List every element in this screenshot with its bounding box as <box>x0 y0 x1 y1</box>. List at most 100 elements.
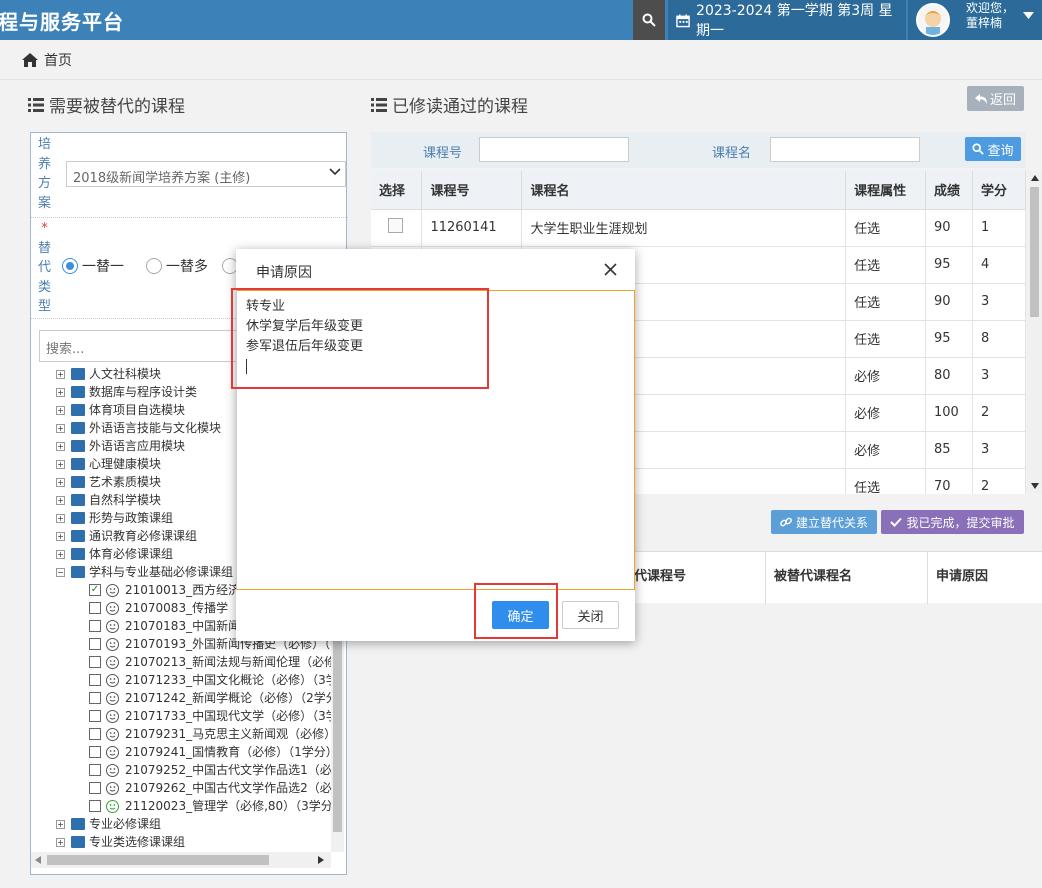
tree-node-label: 21071242_新闻学概论（必修）（2学分） <box>125 691 331 705</box>
book-icon <box>71 530 85 542</box>
checkbox[interactable] <box>89 656 101 668</box>
book-icon <box>71 548 85 560</box>
course-name-input[interactable] <box>770 137 920 162</box>
close-button[interactable]: 关闭 <box>562 601 619 629</box>
tree-leaf-course[interactable]: 21071233_中国文化概论（必修）（3学分） <box>56 671 331 689</box>
table-cell: 任选 <box>845 320 927 358</box>
col-course-no[interactable]: 课程号 <box>421 171 523 210</box>
radio-one-to-one[interactable] <box>62 258 78 274</box>
plan-select[interactable]: 2018级新闻学培养方案 (主修) <box>66 161 346 187</box>
tree-leaf-course[interactable]: 21071242_新闻学概论（必修）（2学分） <box>56 689 331 707</box>
book-icon <box>71 512 85 524</box>
search-button[interactable] <box>633 0 665 40</box>
back-button[interactable]: 返回 <box>967 86 1024 111</box>
submit-approval-button[interactable]: 我已完成，提交审批 <box>881 510 1024 534</box>
expand-icon[interactable]: + <box>56 819 65 829</box>
expand-icon[interactable]: + <box>56 549 65 559</box>
table-cell: 任选 <box>845 246 927 284</box>
check-icon <box>890 517 903 527</box>
checkbox[interactable] <box>89 620 101 632</box>
expand-icon[interactable]: + <box>56 513 65 523</box>
confirm-button[interactable]: 确定 <box>492 601 549 629</box>
close-icon[interactable] <box>604 263 617 276</box>
expand-icon[interactable]: + <box>56 405 65 415</box>
table-cell: 90 <box>925 283 973 321</box>
col-course-name[interactable]: 课程名 <box>521 171 847 210</box>
checkbox[interactable] <box>89 692 101 704</box>
semester-info[interactable]: 2023-2024 第一学期 第3周 星期一 <box>668 0 906 40</box>
expand-icon[interactable]: + <box>56 837 65 847</box>
tree-vertical-scrollbar[interactable] <box>331 630 344 852</box>
checkbox[interactable] <box>89 602 101 614</box>
tree-node-label: 21071233_中国文化概论（必修）（3学分） <box>125 673 331 687</box>
expand-icon[interactable]: + <box>56 477 65 487</box>
breadcrumb-home[interactable]: 首页 <box>44 50 72 70</box>
book-icon <box>71 404 85 416</box>
tree-leaf-course[interactable]: 21070213_新闻法规与新闻伦理（必修）（2学分） <box>56 653 331 671</box>
col-credit[interactable]: 学分 <box>972 171 1026 210</box>
tree-leaf-course[interactable]: 21079241_国情教育（必修）（1学分） <box>56 743 331 761</box>
col-score[interactable]: 成绩 <box>925 171 973 210</box>
tree-group[interactable]: + 专业必修课组 <box>56 815 331 833</box>
course-status-icon <box>106 709 119 723</box>
course-name-label: 课程名 <box>712 146 752 161</box>
table-cell: 任选 <box>845 468 927 494</box>
breadcrumb: 首页 <box>0 40 1042 80</box>
table-cell: 2 <box>972 468 1026 494</box>
table-row[interactable]: 11260141 大学生职业生涯规划 任选 90 1 <box>371 209 1026 247</box>
welcome-text: 欢迎您， 董梓楠 <box>966 1 1015 30</box>
col-attribute[interactable]: 课程属性 <box>845 171 927 210</box>
build-replacement-button[interactable]: 建立替代关系 <box>771 510 877 534</box>
table-cell: 任选 <box>845 283 927 321</box>
tree-node-label: 体育必修课课组 <box>89 547 174 561</box>
reason-textarea[interactable]: 转专业 休学复学后年级变更 参军退伍后年级变更 <box>236 290 635 590</box>
checkbox[interactable] <box>89 638 101 650</box>
col-select[interactable]: 选择 <box>371 171 423 210</box>
checkbox[interactable] <box>89 782 101 794</box>
checkbox[interactable] <box>89 728 101 740</box>
tree-node-label: 体育项目自选模块 <box>89 403 186 417</box>
tree-leaf-course[interactable]: 21079231_马克思主义新闻观（必修）（1学分） <box>56 725 331 743</box>
course-no-input[interactable] <box>479 137 629 162</box>
tree-node-label: 21071733_中国现代文学（必修）（3学分） <box>125 709 331 723</box>
checkbox[interactable] <box>89 764 101 776</box>
expand-icon[interactable]: + <box>56 531 65 541</box>
table-cell: 95 <box>925 320 973 358</box>
checkbox[interactable] <box>89 674 101 686</box>
tree-node-label: 心理健康模块 <box>89 457 162 471</box>
row-checkbox[interactable] <box>388 218 403 233</box>
tree-leaf-course[interactable]: 21071733_中国现代文学（必修）（3学分） <box>56 707 331 725</box>
tree-group[interactable]: + 专业类选修课课组 <box>56 833 331 851</box>
tree-search-input[interactable]: 搜索... <box>39 330 239 362</box>
expand-icon[interactable]: + <box>56 495 65 505</box>
checkbox[interactable] <box>89 746 101 758</box>
expand-icon[interactable]: + <box>56 387 65 397</box>
tree-node-label: 自然科学模块 <box>89 493 162 507</box>
expand-icon[interactable]: + <box>56 369 65 379</box>
table-cell: 4 <box>972 246 1026 284</box>
table-vertical-scrollbar[interactable] <box>1027 171 1042 494</box>
user-menu[interactable]: 欢迎您， 董梓楠 <box>908 0 1042 40</box>
checkbox[interactable] <box>89 800 101 812</box>
tree-node-label: 专业必修课组 <box>89 817 162 831</box>
checkbox[interactable] <box>89 710 101 722</box>
collapse-icon[interactable]: − <box>56 567 65 577</box>
table-cell: 85 <box>925 431 973 469</box>
course-status-icon <box>106 673 119 687</box>
row-select-cell[interactable] <box>371 209 423 247</box>
book-icon <box>71 368 85 380</box>
expand-icon[interactable]: + <box>56 441 65 451</box>
tree-node-label: 通识教育必修课课组 <box>89 529 198 543</box>
tree-leaf-course[interactable]: 21079252_中国古代文学作品选1（必修）（2学分） <box>56 761 331 779</box>
tree-horizontal-scrollbar[interactable] <box>31 852 331 868</box>
query-button[interactable]: 查询 <box>965 137 1021 161</box>
expand-icon[interactable]: + <box>56 423 65 433</box>
expand-icon[interactable]: + <box>56 459 65 469</box>
tree-leaf-course[interactable]: 21120023_管理学（必修,80）（3学分） <box>56 797 331 815</box>
book-icon <box>71 440 85 452</box>
tree-leaf-course[interactable]: 21079262_中国古代文学作品选2（必修）（2学分） <box>56 779 331 797</box>
replace-type-radios: 一替一 一替多 <box>62 256 242 276</box>
scroll-left-icon <box>35 856 41 864</box>
checkbox[interactable]: ✓ <box>89 584 101 596</box>
radio-one-to-many[interactable] <box>146 258 162 274</box>
